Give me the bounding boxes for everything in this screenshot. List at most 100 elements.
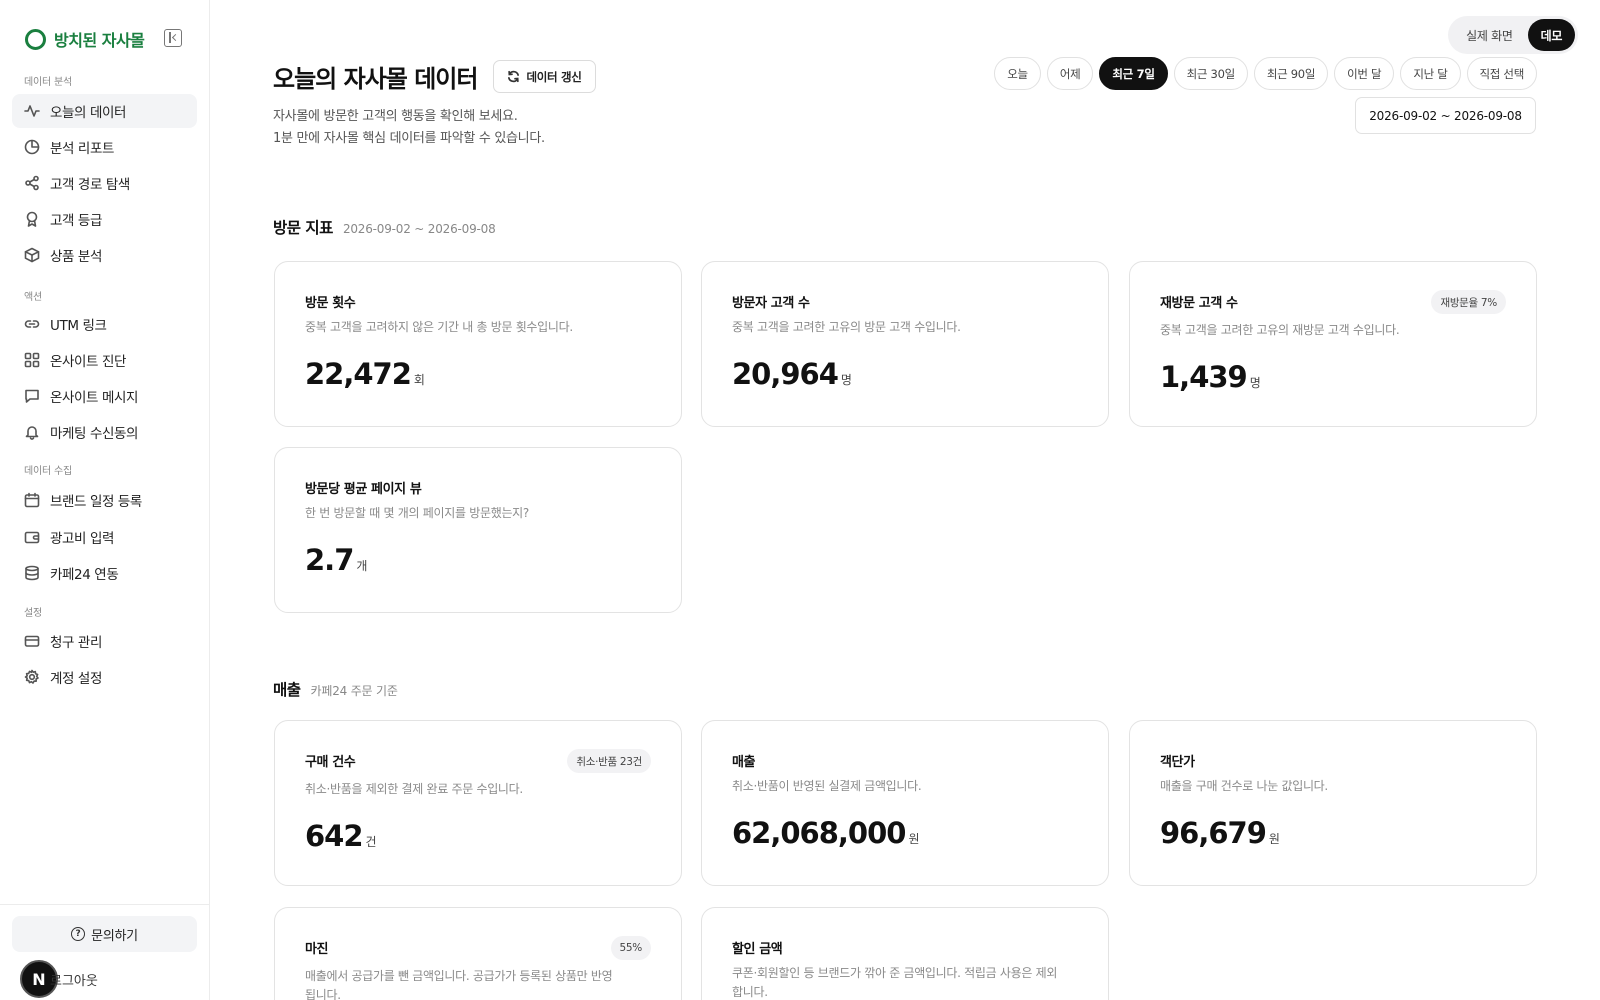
sidebar-item-today-data[interactable]: 오늘의 데이터 xyxy=(12,94,197,128)
link-icon xyxy=(24,316,40,332)
margin-rate-badge: 55% xyxy=(610,936,651,960)
tab-last-month[interactable]: 지난 달 xyxy=(1400,57,1461,90)
award-icon xyxy=(24,211,40,227)
metric-card-revenue: 매출 취소·반품이 반영된 실결제 금액입니다. 62,068,000 원 xyxy=(701,720,1109,886)
share-nodes-icon xyxy=(24,175,40,191)
card-description: 취소·반품을 제외한 결제 완료 주문 수입니다. xyxy=(305,782,523,796)
sidebar-item-label: 브랜드 일정 등록 xyxy=(50,494,142,510)
card-title: 객단가 xyxy=(1160,755,1195,770)
tab-yesterday[interactable]: 어제 xyxy=(1046,57,1094,90)
card-value: 2.7 개 xyxy=(305,543,367,577)
metric-card-pageviews-per-visit: 방문당 평균 페이지 뷰 한 번 방문할 때 몇 개의 페이지를 방문했는지? … xyxy=(274,447,682,613)
tab-last-30-days[interactable]: 최근 30일 xyxy=(1173,57,1248,90)
metric-card-orders: 구매 건수 취소·반품 23건 취소·반품을 제외한 결제 완료 주문 수입니다… xyxy=(274,720,682,886)
sidebar-item-marketing-consent[interactable]: 마케팅 수신동의 xyxy=(12,415,197,449)
sidebar-item-label: 분석 리포트 xyxy=(50,141,114,157)
page-subtitle-line: 1분 만에 자사몰 핵심 데이터를 파악할 수 있습니다. xyxy=(273,131,545,146)
sidebar-item-utm-link[interactable]: UTM 링크 xyxy=(12,307,197,341)
demo-view-button[interactable]: 데모 xyxy=(1527,19,1575,51)
metric-card-margin: 마진 55% 매출에서 공급가를 뺀 금액입니다. 공급가가 등록된 상품만 반… xyxy=(274,907,682,1000)
sidebar-item-customer-grade[interactable]: 고객 등급 xyxy=(12,202,197,236)
metric-card-discount-amount: 할인 금액 쿠폰·회원할인 등 브랜드가 깎아 준 금액입니다. 적립금 사용은… xyxy=(701,907,1109,1000)
date-range-tabs: 오늘 어제 최근 7일 최근 30일 최근 90일 이번 달 지난 달 직접 선… xyxy=(994,57,1537,90)
card-description: 매출에서 공급가를 뺀 금액입니다. 공급가가 등록된 상품만 반영됩니다. xyxy=(305,969,613,1000)
tab-this-month[interactable]: 이번 달 xyxy=(1334,57,1395,90)
brand-logo[interactable]: 방치된 자사몰 xyxy=(25,26,145,52)
help-button[interactable]: ? 문의하기 xyxy=(12,916,197,952)
nav-group-label-analysis: 데이터 분석 xyxy=(24,77,72,88)
metric-unit: 명 xyxy=(840,373,852,387)
sidebar-item-label: 오늘의 데이터 xyxy=(50,105,127,121)
sidebar-item-onsite-message[interactable]: 온사이트 메시지 xyxy=(12,379,197,413)
sidebar: 방치된 자사몰 데이터 분석 오늘의 데이터 분석 리포트 고객 경로 탐색 고… xyxy=(0,0,210,1000)
card-title: 방문자 고객 수 xyxy=(732,296,810,311)
date-range-picker[interactable]: 2026-09-02 ~ 2026-09-08 xyxy=(1355,97,1536,134)
sales-section-header: 매출 카페24 주문 기준 xyxy=(273,678,398,700)
sidebar-item-customer-journey[interactable]: 고객 경로 탐색 xyxy=(12,166,197,200)
card-value: 62,068,000 원 xyxy=(732,816,920,850)
collapse-sidebar-icon[interactable] xyxy=(164,29,182,47)
sidebar-item-report[interactable]: 분석 리포트 xyxy=(12,130,197,164)
card-description: 매출을 구매 건수로 나눈 값입니다. xyxy=(1160,779,1328,793)
metric-unit: 회 xyxy=(413,373,425,387)
page-title: 오늘의 자사몰 데이터 xyxy=(273,65,478,93)
real-view-button[interactable]: 실제 화면 xyxy=(1451,19,1528,51)
gear-icon xyxy=(24,669,40,685)
metric-unit: 원 xyxy=(1268,832,1280,846)
message-icon xyxy=(24,388,40,404)
card-title: 매출 xyxy=(732,755,756,770)
sidebar-item-ad-spend[interactable]: 광고비 입력 xyxy=(12,520,197,554)
tab-last-7-days[interactable]: 최근 7일 xyxy=(1099,57,1168,90)
sidebar-item-label: UTM 링크 xyxy=(50,318,107,334)
sidebar-item-label: 상품 분석 xyxy=(50,249,102,265)
sidebar-footer: ? 문의하기 N 로그아웃 xyxy=(0,904,210,1000)
metric-card-visit-count: 방문 횟수 중복 고객을 고려하지 않은 기간 내 총 방문 횟수입니다. 22… xyxy=(274,261,682,427)
sidebar-item-onsite-diagnosis[interactable]: 온사이트 진단 xyxy=(12,343,197,377)
card-title: 방문당 평균 페이지 뷰 xyxy=(305,482,422,497)
metric-value: 20,964 xyxy=(732,357,839,391)
nav-group-label-settings: 설정 xyxy=(24,608,42,619)
metric-unit: 원 xyxy=(908,832,920,846)
metric-value: 62,068,000 xyxy=(732,816,906,850)
sidebar-item-product-analysis[interactable]: 상품 분석 xyxy=(12,238,197,272)
sidebar-item-account-settings[interactable]: 계정 설정 xyxy=(12,660,197,694)
sidebar-item-label: 온사이트 메시지 xyxy=(50,390,139,406)
logout-label: 로그아웃 xyxy=(50,973,98,989)
metric-card-average-order-value: 객단가 매출을 구매 건수로 나눈 값입니다. 96,679 원 xyxy=(1129,720,1537,886)
bell-icon xyxy=(24,424,40,440)
refresh-label: 데이터 갱신 xyxy=(526,69,582,84)
tab-last-90-days[interactable]: 최근 90일 xyxy=(1253,57,1329,90)
view-mode-toggle: 실제 화면 데모 xyxy=(1448,16,1578,54)
sidebar-item-cafe24-integration[interactable]: 카페24 연동 xyxy=(12,556,197,590)
wallet-icon xyxy=(24,529,40,545)
section-title: 매출 xyxy=(273,681,301,699)
card-title: 재방문 고객 수 xyxy=(1160,296,1238,311)
sidebar-item-label: 카페24 연동 xyxy=(50,567,119,583)
logout-button[interactable]: N 로그아웃 xyxy=(20,960,98,998)
tab-today[interactable]: 오늘 xyxy=(994,57,1041,90)
metric-value: 642 xyxy=(305,819,364,853)
sidebar-item-billing[interactable]: 청구 관리 xyxy=(12,624,197,658)
metric-value: 96,679 xyxy=(1160,816,1267,850)
card-value: 642 건 xyxy=(305,819,377,853)
sidebar-item-brand-schedule[interactable]: 브랜드 일정 등록 xyxy=(12,483,197,517)
database-icon xyxy=(24,565,40,581)
tab-custom-range[interactable]: 직접 선택 xyxy=(1466,57,1537,90)
question-circle-icon: ? xyxy=(71,927,86,941)
metric-unit: 명 xyxy=(1249,376,1261,390)
sidebar-item-label: 계정 설정 xyxy=(50,671,102,687)
page-subtitle: 자사몰에 방문한 고객의 행동을 확인해 보세요. 1분 만에 자사몰 핵심 데… xyxy=(273,106,545,150)
credit-card-icon xyxy=(24,633,40,649)
sidebar-item-label: 온사이트 진단 xyxy=(50,354,127,370)
calendar-icon xyxy=(24,492,40,508)
revisit-rate-badge: 재방문율 7% xyxy=(1431,290,1506,314)
card-title: 마진 xyxy=(305,942,329,957)
metric-card-revisitors: 재방문 고객 수 재방문율 7% 중복 고객을 고려한 고유의 재방문 고객 수… xyxy=(1129,261,1537,427)
section-subtitle: 카페24 주문 기준 xyxy=(310,684,398,698)
metric-value: 1,439 xyxy=(1160,360,1248,394)
card-value: 1,439 명 xyxy=(1160,360,1261,394)
grid-icon xyxy=(24,352,40,368)
brand-name: 방치된 자사몰 xyxy=(54,31,145,50)
refresh-data-button[interactable]: 데이터 갱신 xyxy=(493,60,596,93)
refresh-icon xyxy=(508,70,520,83)
